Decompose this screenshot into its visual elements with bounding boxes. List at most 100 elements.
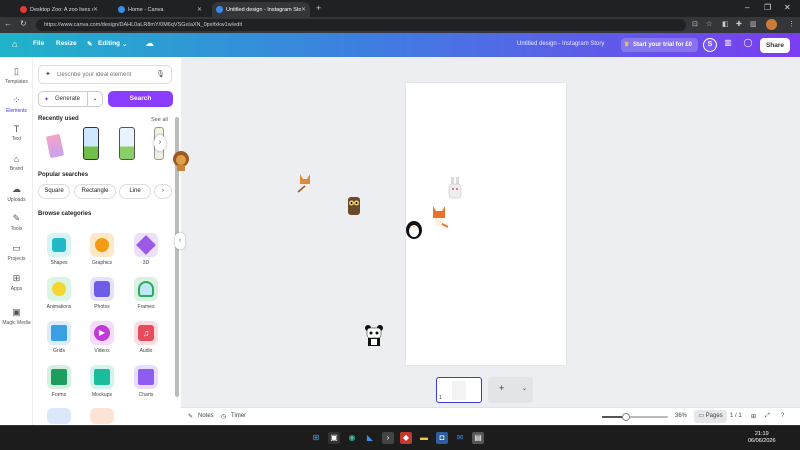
file-menu[interactable]: File: [33, 40, 44, 47]
search-button[interactable]: Search: [108, 91, 173, 107]
close-tab-icon[interactable]: ✕: [197, 6, 202, 13]
notes-button[interactable]: Notes: [198, 413, 214, 419]
see-all-link[interactable]: See all: [151, 117, 168, 123]
zoom-slider[interactable]: [602, 413, 668, 421]
rail-item-templates[interactable]: ▯ Templates: [0, 66, 33, 85]
terminal-icon[interactable]: ›: [382, 432, 394, 444]
url-field[interactable]: https://www.canva.com/design/DAHL0aLR8mY…: [36, 19, 686, 31]
rail-item-projects[interactable]: ▭ Projects: [0, 243, 33, 262]
app-grey-icon[interactable]: ▤: [472, 432, 484, 444]
element-search-input[interactable]: [57, 69, 157, 81]
zoom-percent[interactable]: 36%: [675, 413, 687, 419]
panda-pet-icon[interactable]: [364, 324, 383, 346]
popular-search-line[interactable]: Line: [119, 184, 151, 199]
browser-tab-desktop-zoo[interactable]: Desktop Zoo: A zoo lives on your... ✕: [16, 2, 102, 17]
cloud-save-icon[interactable]: ☁: [145, 38, 154, 49]
recent-element-phone-mockup[interactable]: [82, 127, 100, 160]
close-tab-icon[interactable]: ✕: [93, 6, 98, 13]
rail-item-magic-media[interactable]: ▣ Magic Media: [0, 307, 33, 326]
menu-dots-icon[interactable]: ⋮: [788, 20, 795, 28]
chevron-down-icon[interactable]: ⌄: [122, 40, 127, 48]
new-tab-icon[interactable]: +: [316, 3, 321, 13]
chevron-right-icon[interactable]: ›: [154, 184, 172, 199]
zoom-slider-handle[interactable]: [621, 413, 630, 421]
user-avatar[interactable]: S: [703, 38, 717, 52]
youtube-favicon-icon: [20, 6, 27, 13]
rabbit-pet-icon[interactable]: [446, 176, 464, 199]
category-charts[interactable]: Charts: [131, 365, 161, 398]
bookmark-star-icon[interactable]: ☆: [706, 20, 712, 28]
popular-search-square[interactable]: Square: [38, 184, 70, 199]
task-view-icon[interactable]: ▣: [328, 432, 340, 444]
collapse-panel-icon[interactable]: ‹: [175, 233, 185, 249]
recent-element-tablet[interactable]: [45, 127, 65, 160]
system-clock[interactable]: 21:19 06/06/2026: [748, 431, 776, 445]
category-forms[interactable]: Forms: [44, 365, 74, 398]
lion-pet-icon[interactable]: [172, 150, 190, 172]
category-grids[interactable]: Grids: [44, 321, 74, 354]
rail-item-text[interactable]: T Text: [0, 124, 33, 142]
chevron-down-icon[interactable]: ⌄: [522, 385, 527, 392]
category-audio[interactable]: ♫ Audio: [131, 321, 161, 354]
vscode-icon[interactable]: ◣: [364, 432, 376, 444]
back-icon[interactable]: ←: [4, 19, 12, 28]
close-window-icon[interactable]: ✕: [784, 3, 791, 12]
category-frames[interactable]: Frames: [131, 277, 161, 310]
category-3d[interactable]: 3D: [131, 233, 161, 266]
app-red-icon[interactable]: ◆: [400, 432, 412, 444]
category-graphics[interactable]: Graphics: [87, 233, 117, 266]
extensions-icon[interactable]: ◧: [722, 20, 729, 28]
category-mockups[interactable]: Mockups: [87, 365, 117, 398]
editing-mode-button[interactable]: Editing: [98, 40, 120, 47]
minimize-icon[interactable]: –: [745, 3, 749, 12]
rail-item-brand[interactable]: ⌂ Brand: [0, 154, 33, 172]
microphone-icon[interactable]: 🎙: [156, 70, 165, 78]
rail-item-elements[interactable]: ⁘ Elements: [0, 95, 33, 114]
resize-button[interactable]: Resize: [56, 40, 77, 47]
rail-item-uploads[interactable]: ☁ Uploads: [0, 184, 33, 203]
maximize-icon[interactable]: ❐: [764, 3, 771, 12]
browser-tab-home-canva[interactable]: Home - Canva ✕: [114, 2, 206, 17]
category-shapes[interactable]: Shapes: [44, 233, 74, 266]
document-title[interactable]: Untitled design - Instagram Story: [517, 41, 604, 47]
element-search-box[interactable]: ✦ 🎙: [38, 65, 172, 84]
file-explorer-icon[interactable]: ▬: [418, 432, 430, 444]
pages-view-button[interactable]: ▭ Pages: [694, 410, 727, 423]
fox-pet-icon[interactable]: [296, 172, 314, 194]
category-videos[interactable]: ▶ Videos: [87, 321, 117, 354]
add-page-button[interactable]: + ⌄: [488, 377, 533, 403]
owl-pet-icon[interactable]: [345, 195, 363, 217]
close-tab-icon[interactable]: ✕: [301, 6, 306, 13]
browser-tab-untitled-design[interactable]: Untitled design - Instagram Story ✕: [212, 2, 310, 17]
rail-item-apps[interactable]: ⊞ Apps: [0, 273, 33, 292]
sidebar-icon[interactable]: ▥: [750, 20, 757, 28]
penguin-pet-icon[interactable]: [404, 218, 422, 240]
comment-icon[interactable]: ◯: [741, 38, 755, 52]
generate-button[interactable]: ✦ Generate ⌄: [38, 91, 103, 107]
share-button[interactable]: Share: [760, 38, 790, 53]
puzzle-icon[interactable]: ✚: [736, 20, 742, 28]
grid-view-icon[interactable]: ⊞: [751, 413, 756, 420]
popular-search-rectangle[interactable]: Rectangle: [74, 184, 116, 199]
page-thumbnail[interactable]: 1: [436, 377, 482, 403]
chevron-down-icon[interactable]: ⌄: [87, 92, 102, 106]
home-icon[interactable]: ⌂: [12, 39, 17, 49]
fullscreen-icon[interactable]: ⤢: [765, 413, 770, 420]
category-photos[interactable]: Photos: [87, 277, 117, 310]
start-trial-button[interactable]: ♛ Start your trial for £0: [621, 38, 698, 52]
outlook-icon[interactable]: ✉: [454, 432, 466, 444]
app-blue-icon[interactable]: ◘: [436, 432, 448, 444]
browser-profile-avatar[interactable]: [766, 19, 777, 30]
chevron-right-icon[interactable]: ›: [154, 135, 166, 151]
install-app-icon[interactable]: ⊡: [692, 20, 698, 28]
rail-item-tools[interactable]: ✎ Tools: [0, 213, 33, 232]
category-animations[interactable]: Animations: [44, 277, 74, 310]
windows-start-icon[interactable]: ⊞: [310, 432, 322, 444]
timer-button[interactable]: Timer: [231, 413, 246, 419]
insights-chart-icon[interactable]: ▥: [721, 38, 735, 52]
reload-icon[interactable]: ↻: [20, 19, 27, 28]
recent-element-phone-mockup-2[interactable]: [118, 127, 136, 160]
help-icon[interactable]: ?: [781, 413, 784, 419]
fox-pet-icon-2[interactable]: [430, 204, 449, 228]
edge-browser-icon[interactable]: ◉: [346, 432, 358, 444]
